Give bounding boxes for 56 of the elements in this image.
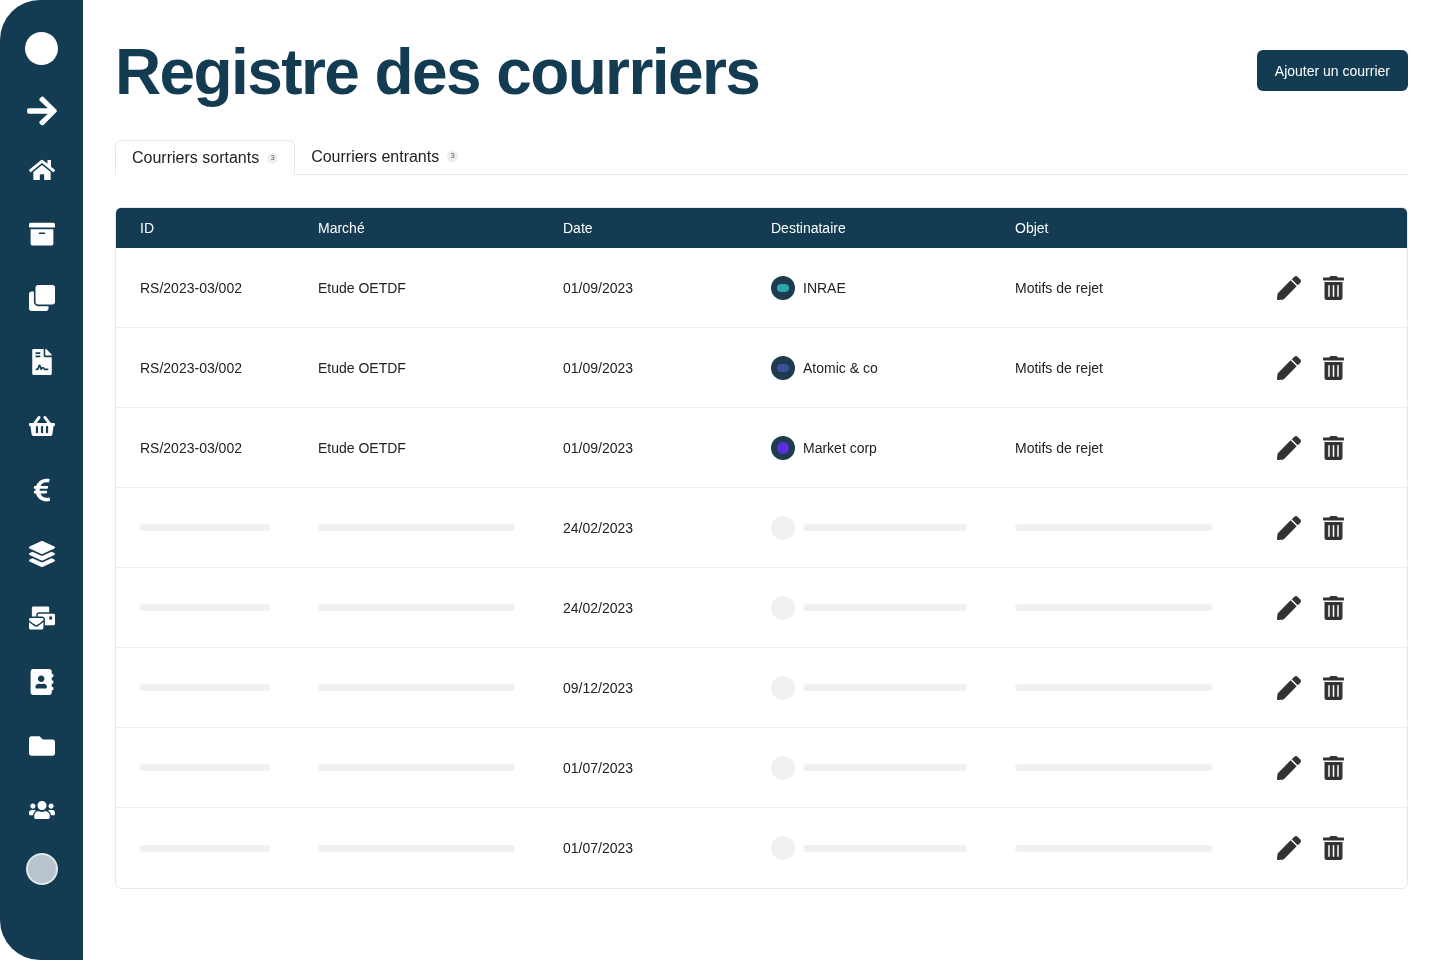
edit-icon[interactable] (1277, 836, 1301, 860)
edit-icon[interactable] (1277, 755, 1301, 780)
basket-icon[interactable] (28, 413, 55, 439)
delete-icon[interactable] (1323, 355, 1344, 380)
folder-icon[interactable] (28, 733, 55, 759)
table-cell-text: INRAE (803, 278, 846, 298)
column-header: Marché (318, 219, 366, 238)
add-mail-button[interactable]: Ajouter un courrier (1256, 50, 1408, 91)
delete-icon[interactable] (1323, 515, 1344, 540)
company-logo-icon (771, 435, 795, 460)
table-cell-text: 24/02/2023 (563, 598, 635, 618)
edit-icon[interactable] (1277, 435, 1301, 460)
edit-icon[interactable] (1277, 355, 1301, 380)
table-cell-text: 01/07/2023 (563, 839, 635, 858)
table-cell-text: 01/09/2023 (563, 278, 635, 298)
table-cell-text: RS/2023-03/002 (140, 278, 243, 298)
delete-icon[interactable] (1323, 836, 1344, 860)
edit-icon[interactable] (1277, 595, 1301, 620)
table-cell-text: Etude OETDF (318, 358, 407, 378)
edit-icon[interactable] (1277, 275, 1301, 300)
table-cell-text: 01/09/2023 (563, 358, 635, 378)
address-book-icon[interactable] (28, 669, 55, 695)
edit-icon[interactable] (1277, 675, 1301, 700)
column-header: ID (140, 219, 155, 238)
arrow-right-icon[interactable] (24, 94, 59, 128)
table-cell-text: Atomic & co (803, 358, 878, 378)
delete-icon[interactable] (1323, 275, 1344, 300)
delete-icon[interactable] (1323, 755, 1344, 780)
mail-icon[interactable] (28, 605, 55, 631)
company-logo-icon (771, 275, 795, 300)
table-cell-text: Motifs de rejet (1015, 438, 1104, 458)
layers-icon[interactable] (28, 541, 55, 567)
table-cell-text: 01/07/2023 (563, 758, 635, 778)
company-logo-icon (771, 355, 795, 380)
column-header: Date (563, 219, 594, 238)
home-icon[interactable] (28, 157, 55, 183)
avatar[interactable] (25, 853, 58, 885)
table-cell-text: Etude OETDF (318, 438, 407, 458)
table-cell-text: Etude OETDF (318, 278, 407, 298)
table-cell-text: Market corp (803, 438, 877, 458)
table-cell-text: RS/2023-03/002 (140, 358, 243, 378)
table-cell-text: Motifs de rejet (1015, 278, 1104, 298)
edit-icon[interactable] (1277, 515, 1301, 540)
page-title: Registre des courriers (115, 36, 760, 108)
table-cell-text: 01/09/2023 (563, 438, 635, 458)
delete-icon[interactable] (1323, 595, 1344, 620)
table-cell-text: RS/2023-03/002 (140, 438, 243, 458)
table-cell-text: 09/12/2023 (563, 678, 635, 698)
delete-icon[interactable] (1323, 675, 1344, 700)
table-cell-text: Motifs de rejet (1015, 358, 1104, 378)
delete-icon[interactable] (1323, 435, 1344, 460)
cards-icon[interactable] (28, 285, 55, 311)
column-header: Objet (1015, 219, 1050, 238)
table-cell-text: 24/02/2023 (563, 518, 635, 538)
archive-icon[interactable] (28, 221, 55, 247)
column-header: Destinataire (771, 219, 847, 238)
